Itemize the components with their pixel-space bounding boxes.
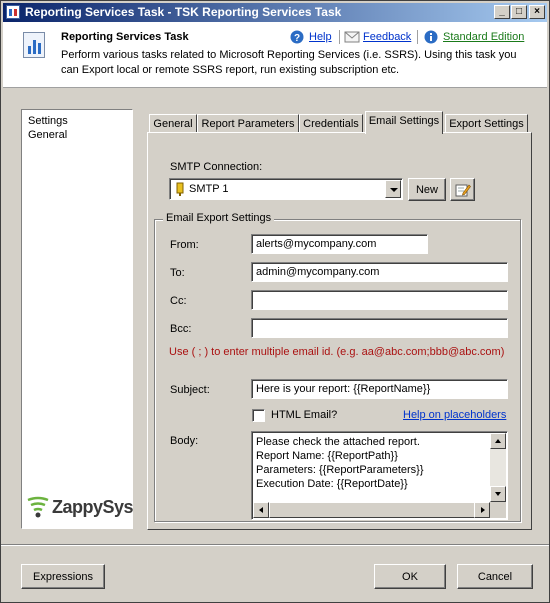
nav-item-general[interactable]: General xyxy=(28,129,67,141)
body-line: Please check the attached report. xyxy=(256,436,420,448)
app-icon xyxy=(6,5,20,19)
subject-label: Subject: xyxy=(170,384,210,396)
header-description: Perform various tasks related to Microso… xyxy=(61,49,517,76)
info-icon[interactable] xyxy=(424,30,438,44)
tab-export-settings[interactable]: Export Settings xyxy=(445,114,528,133)
help-link[interactable]: Help xyxy=(309,31,332,43)
body-horizontal-scrollbar[interactable] xyxy=(253,502,490,518)
scroll-corner xyxy=(490,502,506,518)
from-label: From: xyxy=(170,239,199,251)
subject-field[interactable]: Here is your report: {{ReportName}} xyxy=(251,379,508,399)
settings-nav: Settings General ZappySys xyxy=(21,109,134,529)
logo-text: ZappySys xyxy=(52,497,134,517)
new-connection-button[interactable]: New xyxy=(408,178,446,201)
cc-label: Cc: xyxy=(170,295,187,307)
body-label: Body: xyxy=(170,435,199,447)
bcc-label: Bcc: xyxy=(170,323,192,335)
to-field[interactable]: admin@mycompany.com xyxy=(251,262,508,282)
multiple-email-hint: Use ( ; ) to enter multiple email id. (e… xyxy=(169,346,505,358)
body-vertical-scrollbar[interactable] xyxy=(490,433,506,502)
edition-link[interactable]: Standard Edition xyxy=(443,31,524,43)
expressions-button[interactable]: Expressions xyxy=(21,564,105,589)
body-textarea[interactable]: Please check the attached report. Report… xyxy=(251,431,508,520)
body-line: Execution Date: {{ReportDate}} xyxy=(256,478,408,490)
tab-credentials[interactable]: Credentials xyxy=(299,114,363,133)
html-email-label: HTML Email? xyxy=(271,409,338,421)
smtp-connection-select[interactable]: SMTP 1 xyxy=(169,178,403,200)
email-export-group: Email Export Settings From: alerts@mycom… xyxy=(154,212,521,522)
footer-divider xyxy=(1,544,549,546)
report-chart-icon xyxy=(23,32,45,58)
scroll-down-icon[interactable] xyxy=(490,486,506,502)
close-button[interactable]: × xyxy=(529,5,545,19)
html-email-checkbox[interactable] xyxy=(252,409,265,422)
tab-general[interactable]: General xyxy=(149,114,197,133)
ok-button[interactable]: OK xyxy=(374,564,446,589)
body-line: Report Name: {{ReportPath}} xyxy=(256,450,398,462)
tab-email-settings[interactable]: Email Settings xyxy=(365,111,443,134)
smtp-connection-label: SMTP Connection: xyxy=(170,161,263,173)
edit-icon xyxy=(455,184,471,197)
svg-text:?: ? xyxy=(294,33,300,44)
header-divider xyxy=(339,30,340,44)
email-export-group-label: Email Export Settings xyxy=(163,212,275,224)
tab-strip: General Report Parameters Credentials Em… xyxy=(147,111,532,134)
chevron-down-icon[interactable] xyxy=(385,180,401,198)
to-label: To: xyxy=(170,267,185,279)
scroll-left-icon[interactable] xyxy=(253,502,269,518)
email-settings-page: SMTP Connection: SMTP 1 New Email Export… xyxy=(147,132,532,530)
zappysys-logo-icon xyxy=(27,496,49,518)
zappysys-logo: ZappySys xyxy=(26,493,134,523)
scroll-right-icon[interactable] xyxy=(474,502,490,518)
feedback-link[interactable]: Feedback xyxy=(363,31,411,43)
nav-item-settings[interactable]: Settings xyxy=(28,115,68,127)
dialog-window: Reporting Services Task - TSK Reporting … xyxy=(0,0,550,603)
smtp-selected-value: SMTP 1 xyxy=(189,183,229,195)
cc-field[interactable] xyxy=(251,290,508,310)
edit-connection-button[interactable] xyxy=(450,178,475,201)
window-title: Reporting Services Task - TSK Reporting … xyxy=(25,5,342,19)
maximize-button[interactable]: □ xyxy=(511,5,527,19)
header-title: Reporting Services Task xyxy=(61,31,189,43)
scroll-thumb[interactable] xyxy=(269,502,475,518)
placeholders-help-link[interactable]: Help on placeholders xyxy=(403,409,506,421)
title-bar[interactable]: Reporting Services Task - TSK Reporting … xyxy=(3,3,547,22)
scroll-up-icon[interactable] xyxy=(490,433,506,449)
tab-report-parameters[interactable]: Report Parameters xyxy=(197,114,299,133)
from-field[interactable]: alerts@mycompany.com xyxy=(251,234,428,254)
header-divider xyxy=(417,30,418,44)
connection-icon xyxy=(176,182,184,196)
bcc-field[interactable] xyxy=(251,318,508,338)
body-line: Parameters: {{ReportParameters}} xyxy=(256,464,424,476)
minimize-button[interactable]: _ xyxy=(494,5,510,19)
cancel-button[interactable]: Cancel xyxy=(457,564,533,589)
question-icon[interactable]: ? xyxy=(290,30,304,44)
task-header: Reporting Services Task Perform various … xyxy=(3,22,547,88)
envelope-icon[interactable] xyxy=(344,30,360,44)
